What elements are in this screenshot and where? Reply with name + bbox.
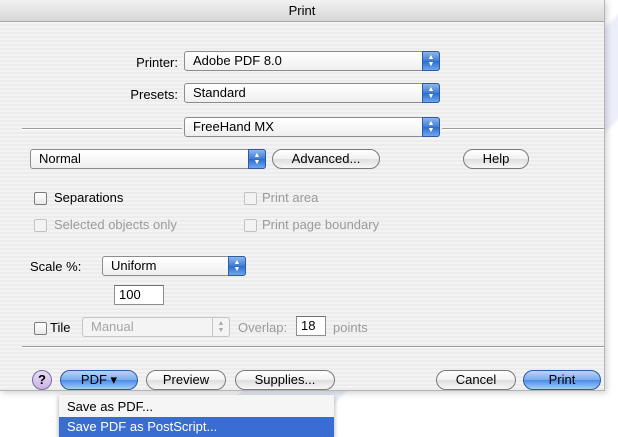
separations-checkbox[interactable] [34, 192, 47, 205]
scale-mode-popup[interactable]: Uniform ▲ ▼ [102, 256, 246, 276]
popup-arrows-icon: ▲ ▼ [422, 51, 440, 71]
printer-label: Printer: [136, 55, 178, 70]
overlap-units-label: points [333, 320, 368, 335]
separator-right [442, 128, 604, 130]
footer-separator [22, 346, 604, 348]
preview-button[interactable]: Preview [146, 370, 226, 390]
print-dialog: Print Printer: Adobe PDF 8.0 ▲ ▼ Presets:… [0, 0, 605, 391]
menu-item-save-pdf-as-postscript[interactable]: Save PDF as PostScript... [59, 417, 334, 437]
print-button[interactable]: Print [523, 370, 601, 390]
popup-arrows-icon: ▲ ▼ [248, 149, 266, 169]
supplies-button[interactable]: Supplies... [235, 370, 335, 390]
tile-label: Tile [50, 320, 71, 335]
pdf-dropdown-menu: Save as PDF... Save PDF as PostScript... [59, 395, 334, 437]
tile-mode-popup[interactable]: Manual ▲ ▼ [82, 317, 230, 337]
scale-label: Scale %: [30, 259, 82, 274]
scale-percent-field[interactable]: 100 [114, 285, 164, 305]
help-question-icon[interactable]: ? [32, 370, 52, 390]
mode-popup[interactable]: Normal ▲ ▼ [30, 149, 266, 169]
scale-mode-value: Uniform [111, 258, 157, 273]
advanced-button[interactable]: Advanced... [272, 149, 380, 169]
overlap-label: Overlap: [238, 320, 288, 335]
popup-arrows-icon: ▲ ▼ [422, 117, 440, 137]
popup-arrows-icon: ▲ ▼ [228, 256, 246, 276]
overlap-field[interactable]: 18 [296, 316, 326, 336]
popup-arrows-icon: ▲ ▼ [212, 317, 230, 337]
help-button[interactable]: Help [463, 149, 529, 169]
print-page-boundary-checkbox[interactable] [244, 219, 257, 232]
print-page-boundary-label: Print page boundary [262, 217, 380, 232]
tile-checkbox[interactable] [34, 322, 47, 335]
mode-value: Normal [39, 151, 81, 166]
presets-value: Standard [193, 85, 246, 100]
separator-left [22, 128, 182, 130]
separations-label: Separations [54, 190, 124, 205]
print-area-label: Print area [262, 190, 319, 205]
window-title: Print [0, 0, 604, 22]
printer-value: Adobe PDF 8.0 [193, 53, 282, 68]
tile-mode-value: Manual [91, 319, 134, 334]
cancel-button[interactable]: Cancel [436, 370, 516, 390]
selected-objects-only-label: Selected objects only [54, 217, 177, 232]
selected-objects-only-checkbox[interactable] [34, 219, 47, 232]
print-area-checkbox[interactable] [244, 192, 257, 205]
presets-label: Presets: [130, 87, 178, 102]
pane-selector-popup[interactable]: FreeHand MX ▲ ▼ [184, 117, 440, 137]
printer-popup[interactable]: Adobe PDF 8.0 ▲ ▼ [184, 51, 440, 71]
pdf-menu-button[interactable]: PDF ▾ [60, 370, 138, 390]
menu-item-save-as-pdf[interactable]: Save as PDF... [59, 397, 334, 417]
popup-arrows-icon: ▲ ▼ [422, 83, 440, 103]
pane-selector-value: FreeHand MX [193, 119, 274, 134]
presets-popup[interactable]: Standard ▲ ▼ [184, 83, 440, 103]
